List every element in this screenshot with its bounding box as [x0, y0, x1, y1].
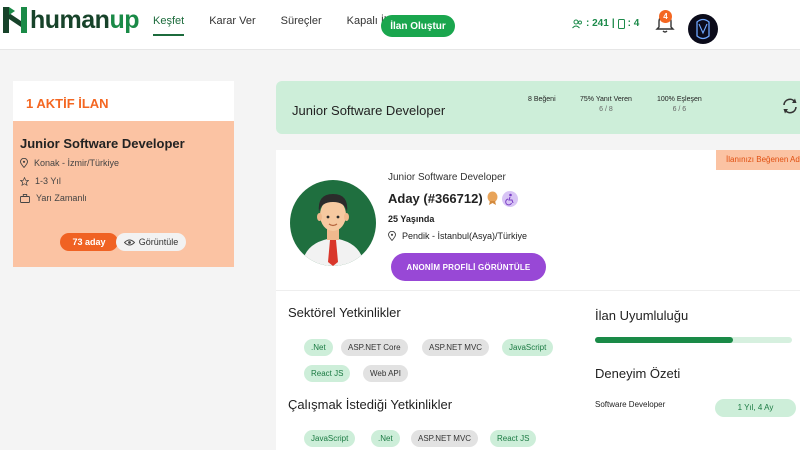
listing-worktype-row: Yarı Zamanlı [20, 193, 87, 203]
job-summary-bar: Junior Software Developer 8 Beğeni 75% Y… [276, 81, 800, 134]
view-listing-button[interactable]: Görüntüle [116, 233, 186, 251]
match-stat: 100% Eşleşen 6 / 6 [657, 96, 702, 113]
medal-icon [487, 191, 498, 205]
devices-count: 4 [633, 18, 640, 29]
star-icon [20, 176, 29, 186]
skill-tag: React JS [304, 365, 351, 382]
candidate-role: Junior Software Developer [388, 172, 506, 183]
users-icon [572, 19, 582, 28]
listing-work-type: Yarı Zamanlı [36, 193, 87, 203]
person-illustration-icon [302, 194, 364, 266]
compatibility-progress [595, 337, 792, 343]
view-anonymous-profile-button[interactable]: ANONİM PROFİLİ GÖRÜNTÜLE [391, 253, 546, 281]
experience-duration: 1 Yıl, 4 Ay [715, 399, 796, 417]
skill-tag: .Net [304, 339, 333, 356]
sector-skills-title: Sektörel Yetkinlikler [288, 305, 401, 320]
liked-ribbon: İlanınızı Beğenen Ada [716, 150, 800, 170]
skill-tag: .Net [371, 430, 400, 447]
active-listings-title: 1 AKTİF İLAN [26, 96, 109, 111]
skill-tag: ASP.NET Core [341, 339, 408, 356]
skill-tag: Web API [363, 365, 408, 382]
create-listing-button[interactable]: İlan Oluştur [381, 15, 455, 37]
compatibility-progress-fill [595, 337, 733, 343]
briefcase-icon [20, 193, 30, 203]
listing-location-row: Konak - İzmir/Türkiye [20, 158, 119, 168]
listing-card[interactable]: Junior Software Developer Konak - İzmir/… [13, 121, 234, 267]
experience-summary-title: Deneyim Özeti [595, 366, 681, 381]
listing-title: Junior Software Developer [20, 136, 185, 151]
listing-experience: 1-3 Yıl [35, 176, 61, 186]
response-stat: 75% Yanıt Veren 6 / 8 [580, 96, 632, 113]
user-avatar[interactable] [688, 14, 718, 44]
location-pin-icon [388, 231, 396, 241]
brand-logo[interactable]: humanup [3, 6, 139, 34]
listing-location: Konak - İzmir/Türkiye [34, 158, 120, 168]
header-stats: : 241 | : 4 [572, 18, 639, 29]
refresh-icon[interactable] [781, 97, 799, 115]
candidate-count-badge[interactable]: 73 aday [60, 233, 118, 251]
experience-role: Software Developer [595, 400, 666, 409]
avatar-icon [696, 18, 710, 40]
skill-tag: JavaScript [502, 339, 554, 356]
accessibility-icon [502, 191, 518, 207]
candidate-age: 25 Yaşında [388, 214, 435, 224]
desired-skills-title: Çalışmak İstediği Yetkinlikler [288, 397, 453, 412]
notification-badge: 4 [659, 10, 672, 23]
top-header: humanup Keşfet Karar Ver Süreçler Kapalı… [0, 0, 800, 50]
nav-item-surecler[interactable]: Süreçler [281, 14, 322, 36]
device-icon [617, 18, 625, 29]
candidate-location: Pendik - İstanbul(Asya)/Türkiye [402, 231, 528, 241]
candidate-location-row: Pendik - İstanbul(Asya)/Türkiye [388, 231, 527, 241]
listing-experience-row: 1-3 Yıl [20, 176, 61, 186]
nav-item-karar-ver[interactable]: Karar Ver [209, 14, 255, 36]
skill-tag: React JS [490, 430, 537, 447]
candidate-avatar [290, 180, 376, 266]
users-count: 241 [592, 18, 609, 29]
humanup-logo-icon [3, 7, 27, 33]
location-pin-icon [20, 158, 28, 168]
view-listing-label: Görüntüle [138, 237, 179, 247]
job-title: Junior Software Developer [292, 103, 446, 118]
nav-item-kesfet[interactable]: Keşfet [153, 14, 185, 36]
skill-tag: ASP.NET MVC [411, 430, 479, 447]
skill-tag: JavaScript [304, 430, 356, 447]
skill-tag: ASP.NET MVC [422, 339, 490, 356]
active-listings-panel: 1 AKTİF İLAN Junior Software Developer K… [13, 81, 234, 267]
brand-name: humanup [30, 5, 139, 34]
candidate-name: Aday (#366712) [388, 191, 483, 206]
compatibility-title: İlan Uyumluluğu [595, 308, 689, 323]
eye-icon [123, 239, 135, 245]
likes-stat: 8 Beğeni [528, 96, 556, 103]
